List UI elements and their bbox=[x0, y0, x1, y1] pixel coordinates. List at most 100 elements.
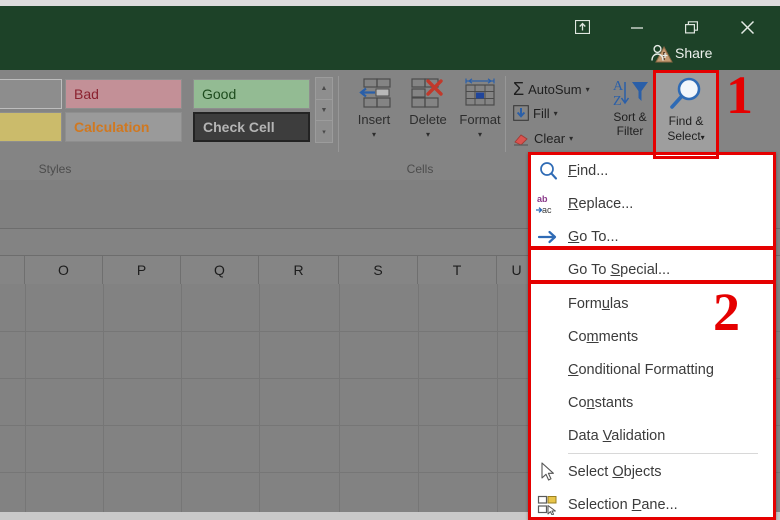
share-label: Share bbox=[675, 45, 713, 61]
menu-item-select-objects[interactable]: Select Objects bbox=[528, 455, 776, 488]
menu-item-select-objects-label: Select Objects bbox=[568, 463, 662, 480]
arrow-cursor-icon bbox=[528, 461, 568, 482]
sort-filter-icon: A Z bbox=[607, 76, 653, 110]
grid-vline bbox=[497, 284, 498, 512]
grid-vline bbox=[25, 284, 26, 512]
autosum-label: AutoSum bbox=[528, 82, 582, 97]
menu-item-comments[interactable]: Comments bbox=[528, 320, 776, 353]
delete-cells-label: Delete bbox=[409, 112, 447, 127]
column-header-S[interactable]: S bbox=[339, 256, 418, 284]
delete-cells-caret-icon[interactable]: ▾ bbox=[426, 130, 430, 139]
style-neutral[interactable] bbox=[0, 79, 62, 109]
grid-vline bbox=[103, 284, 104, 512]
find-and-select-button[interactable]: Find & Select▾ bbox=[656, 73, 716, 155]
delete-cells-button[interactable]: Delete ▾ bbox=[400, 76, 456, 152]
sort-filter-label-line1: Sort & bbox=[613, 110, 647, 124]
find-and-select-menu: Find... ab ac Replace... Go To... Go To … bbox=[528, 152, 776, 520]
menu-item-replace[interactable]: ab ac Replace... bbox=[528, 187, 776, 220]
menu-item-selection-pane[interactable]: Selection Pane... bbox=[528, 488, 776, 520]
fill-button[interactable]: Fill ▾ bbox=[513, 105, 558, 121]
delete-cells-icon bbox=[406, 76, 450, 110]
insert-cells-label: Insert bbox=[357, 112, 391, 127]
grid-vline bbox=[181, 284, 182, 512]
menu-item-go-to-label: Go To... bbox=[568, 228, 619, 245]
style-warning-text[interactable] bbox=[0, 112, 62, 142]
svg-text:A: A bbox=[613, 79, 624, 94]
sigma-icon: Σ bbox=[513, 79, 525, 99]
insert-cells-icon bbox=[352, 76, 396, 110]
ribbon-display-options-icon[interactable] bbox=[565, 14, 599, 40]
grid-vline bbox=[259, 284, 260, 512]
column-header-P[interactable]: P bbox=[103, 256, 181, 284]
find-select-label-line1: Find & bbox=[668, 114, 704, 128]
sort-filter-label-line2: Filter bbox=[616, 124, 644, 138]
share-person-icon bbox=[650, 44, 669, 62]
column-header-left-edge[interactable] bbox=[0, 256, 25, 284]
styles-scroll-up-button[interactable]: ▲ bbox=[316, 78, 332, 100]
style-calculation[interactable]: Calculation bbox=[65, 112, 182, 142]
format-cells-button[interactable]: Format ▾ bbox=[452, 76, 508, 152]
autosum-button[interactable]: Σ AutoSum ▾ bbox=[513, 79, 590, 100]
group-separator-styles-cells bbox=[338, 76, 339, 152]
menu-item-replace-label: Replace... bbox=[568, 195, 634, 212]
clear-caret-icon[interactable]: ▾ bbox=[569, 134, 573, 143]
format-cells-icon bbox=[458, 76, 502, 110]
svg-text:ab: ab bbox=[537, 194, 548, 204]
title-bar: Share bbox=[0, 6, 780, 68]
go-to-arrow-icon bbox=[528, 228, 568, 246]
menu-item-comments-label: Comments bbox=[568, 328, 639, 345]
column-header-O[interactable]: O bbox=[25, 256, 103, 284]
format-cells-caret-icon[interactable]: ▾ bbox=[478, 130, 482, 139]
ribbon-top-edge bbox=[0, 68, 780, 70]
insert-cells-button[interactable]: Insert ▾ bbox=[346, 76, 402, 152]
menu-item-data-validation-label: Data Validation bbox=[568, 427, 666, 444]
fill-label: Fill bbox=[533, 105, 550, 121]
clear-button[interactable]: Clear ▾ bbox=[513, 131, 573, 146]
format-cells-label: Format bbox=[459, 112, 501, 127]
styles-scroll-down-button[interactable]: ▼ bbox=[316, 100, 332, 122]
magnifier-icon bbox=[528, 161, 568, 181]
svg-text:ac: ac bbox=[542, 205, 552, 215]
eraser-icon bbox=[513, 132, 530, 146]
sort-and-filter-button[interactable]: A Z Sort & Filter bbox=[605, 76, 655, 152]
svg-text:Z: Z bbox=[613, 94, 622, 109]
column-header-R[interactable]: R bbox=[259, 256, 339, 284]
minimize-button[interactable] bbox=[620, 14, 654, 40]
menu-item-formulas-label: Formulas bbox=[568, 295, 629, 312]
close-button[interactable] bbox=[730, 14, 764, 40]
menu-item-conditional-formatting-label: Conditional Formatting bbox=[568, 361, 714, 378]
menu-item-find-label: Find... bbox=[568, 162, 609, 179]
column-header-T[interactable]: T bbox=[418, 256, 497, 284]
styles-gallery-scroll[interactable]: ▲ ▼ ▾ bbox=[315, 77, 333, 143]
column-header-Q[interactable]: Q bbox=[181, 256, 259, 284]
restore-button[interactable] bbox=[675, 14, 709, 40]
menu-separator bbox=[568, 453, 758, 454]
clear-label: Clear bbox=[534, 131, 566, 146]
menu-item-constants[interactable]: Constants bbox=[528, 386, 776, 419]
menu-item-go-to-special[interactable]: Go To Special... bbox=[528, 253, 776, 286]
menu-item-formulas[interactable]: Formulas bbox=[528, 287, 776, 320]
menu-item-find[interactable]: Find... bbox=[528, 154, 776, 187]
style-check-cell[interactable]: Check Cell bbox=[193, 112, 310, 142]
find-select-caret-icon[interactable]: ▾ bbox=[701, 133, 705, 142]
share-button[interactable]: Share bbox=[650, 44, 712, 62]
selection-pane-icon bbox=[528, 495, 568, 515]
menu-item-conditional-formatting[interactable]: Conditional Formatting bbox=[528, 353, 776, 386]
menu-item-go-to[interactable]: Go To... bbox=[528, 220, 776, 253]
style-bad[interactable]: Bad bbox=[65, 79, 182, 109]
autosum-caret-icon[interactable]: ▾ bbox=[586, 85, 590, 94]
menu-item-constants-label: Constants bbox=[568, 394, 634, 411]
grid-vline bbox=[339, 284, 340, 512]
insert-cells-caret-icon[interactable]: ▾ bbox=[372, 130, 376, 139]
grid-vline bbox=[418, 284, 419, 512]
styles-group-label: Styles bbox=[38, 162, 72, 176]
menu-item-selection-pane-label: Selection Pane... bbox=[568, 496, 678, 513]
excel-window: Share Bad Calculation Good Check Cell ▲ … bbox=[0, 0, 780, 520]
fill-caret-icon[interactable]: ▾ bbox=[554, 109, 558, 118]
fill-down-icon bbox=[513, 105, 529, 121]
menu-item-data-validation[interactable]: Data Validation bbox=[528, 419, 776, 452]
styles-more-button[interactable]: ▾ bbox=[316, 121, 332, 142]
style-good[interactable]: Good bbox=[193, 79, 310, 109]
find-select-label-line2: Select▾ bbox=[667, 129, 705, 143]
magnifier-icon bbox=[666, 76, 706, 114]
